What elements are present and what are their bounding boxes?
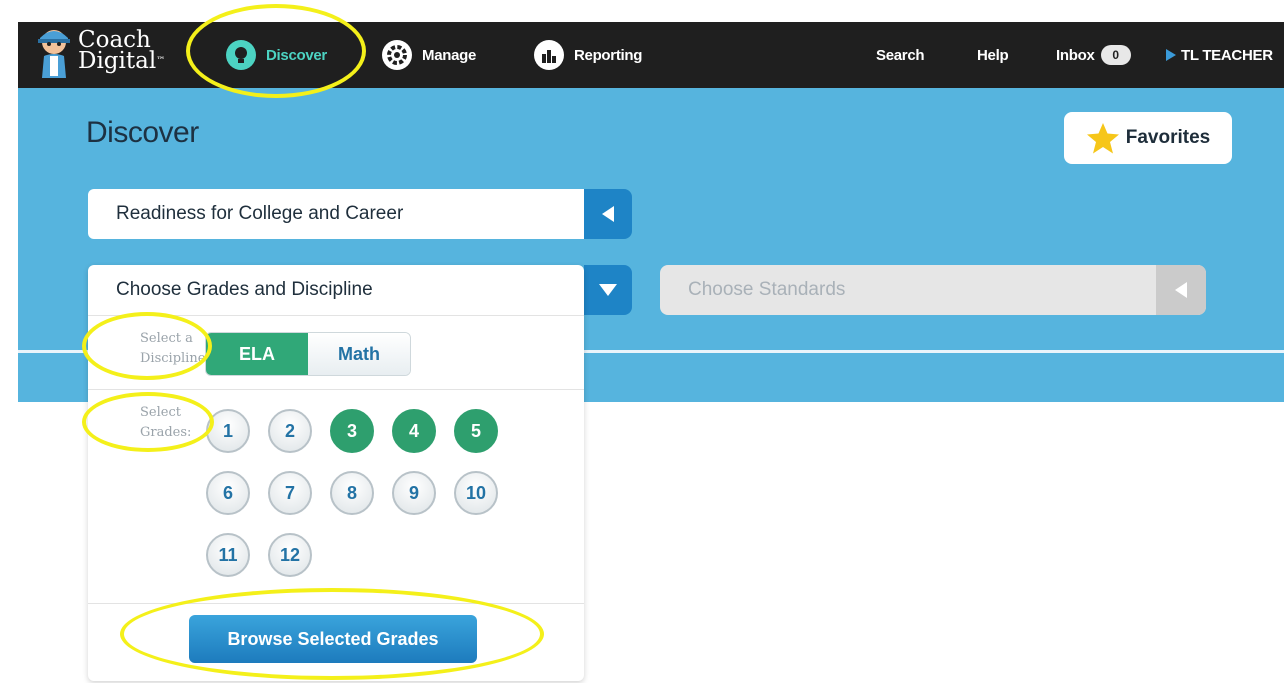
grade-button-8[interactable]: 8 [330,471,374,515]
grades-toggle-button[interactable] [584,265,632,315]
coach-digital-logo[interactable]: Coach Digital™ [30,26,200,82]
page-title: Discover [86,116,199,149]
grade-button-9[interactable]: 9 [392,471,436,515]
grade-button-5[interactable]: 5 [454,409,498,453]
inbox-link[interactable]: Inbox 0 [1056,22,1131,88]
grade-button-12[interactable]: 12 [268,533,312,577]
help-link[interactable]: Help [977,22,1009,88]
grade-button-2[interactable]: 2 [268,409,312,453]
inbox-count-badge: 0 [1100,45,1131,65]
grade-button-6[interactable]: 6 [206,471,250,515]
star-icon [1086,123,1119,154]
grade-button-3[interactable]: 3 [330,409,374,453]
browse-selected-grades-button[interactable]: Browse Selected Grades [189,615,477,663]
discipline-math-option[interactable]: Math [308,333,410,375]
search-link[interactable]: Search [876,22,925,88]
divider [88,315,584,316]
caret-left-icon [1175,282,1187,298]
discipline-toggle: ELA Math [205,332,411,376]
lightbulb-icon [226,40,256,70]
caret-left-icon [602,206,614,222]
readiness-selector[interactable]: Readiness for College and Career [88,189,584,239]
top-nav-bar: Coach Digital™ Discover Manage Reporting… [18,22,1284,88]
grade-button-11[interactable]: 11 [206,533,250,577]
nav-reporting[interactable]: Reporting [534,22,642,88]
standards-toggle-button[interactable] [1156,265,1206,315]
nav-discover[interactable]: Discover [226,22,327,88]
brand-name: Coach Digital™ [78,27,166,74]
user-menu[interactable]: TL TEACHER [1166,22,1273,88]
bar-chart-icon [534,40,564,70]
nav-manage[interactable]: Manage [382,22,476,88]
grade-button-4[interactable]: 4 [392,409,436,453]
grades-discipline-selector[interactable]: Choose Grades and Discipline [116,279,373,301]
grade-button-10[interactable]: 10 [454,471,498,515]
discipline-label: Select a Discipline: [140,331,210,366]
readiness-toggle-button[interactable] [584,189,632,239]
divider [88,603,584,604]
grades-label: Select Grades: [140,405,192,440]
divider [88,389,584,390]
coach-mascot-icon [38,30,70,78]
standards-selector[interactable]: Choose Standards [660,265,1206,315]
discipline-ela-option[interactable]: ELA [206,333,308,375]
grade-button-1[interactable]: 1 [206,409,250,453]
grade-button-7[interactable]: 7 [268,471,312,515]
caret-right-icon [1166,49,1176,61]
favorites-button[interactable]: Favorites [1064,112,1232,164]
caret-down-icon [599,284,617,296]
gear-icon [382,40,412,70]
